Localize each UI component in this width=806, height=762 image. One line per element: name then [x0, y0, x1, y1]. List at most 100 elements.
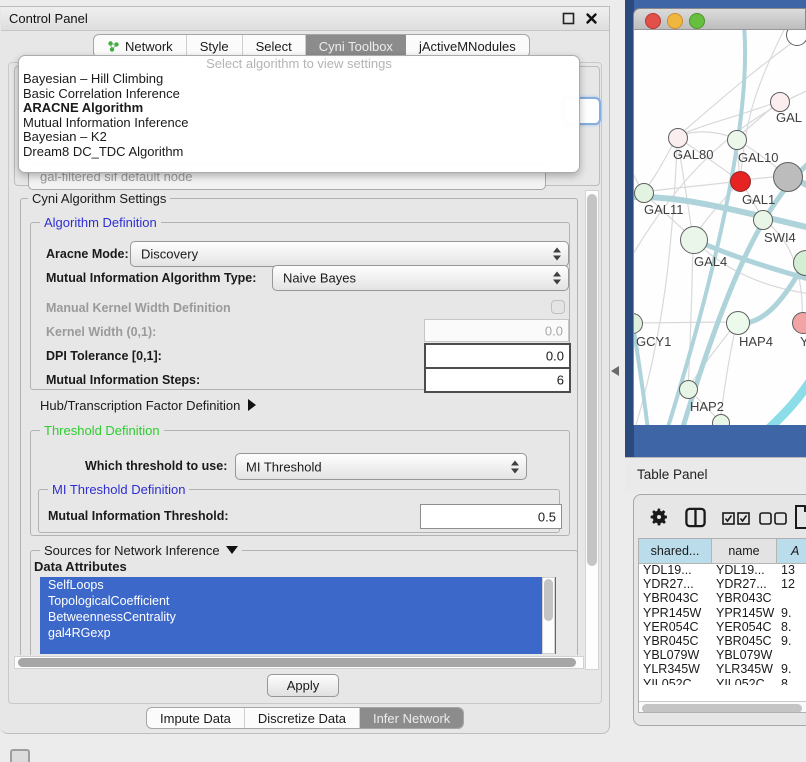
tab-cyni-toolbox[interactable]: Cyni Toolbox	[306, 35, 406, 57]
table-row[interactable]: YDL19...YDL19...13	[639, 563, 806, 577]
node-label: SWI4	[764, 230, 796, 245]
float-window-icon[interactable]	[562, 12, 575, 25]
network-node-gal4[interactable]	[680, 226, 708, 254]
mi-steps-field[interactable]: 6	[424, 367, 571, 393]
network-node-hap2[interactable]	[679, 380, 698, 399]
dpi-tolerance-field[interactable]: 0.0	[424, 343, 571, 369]
network-node-gal11[interactable]	[634, 183, 654, 203]
kernel-width-field[interactable]: 0.0	[424, 319, 569, 342]
algorithm-item[interactable]: Dream8 DC_TDC Algorithm	[19, 145, 579, 160]
column-header-partial[interactable]: A	[777, 539, 806, 564]
network-node-gal10[interactable]	[727, 130, 747, 150]
spinner-icon	[553, 272, 561, 285]
node-label: GCY1	[636, 334, 671, 349]
aracne-mode-label: Aracne Mode:	[46, 247, 129, 261]
sources-title: Sources for Network Inference	[40, 543, 242, 558]
list-vertical-scrollbar	[542, 577, 555, 654]
network-node-gal-partial[interactable]	[770, 92, 790, 112]
tab-label: Discretize Data	[258, 711, 346, 726]
list-item[interactable]: gal4RGexp	[40, 625, 556, 641]
table-row[interactable]: YBL079WYBL079W	[639, 648, 806, 662]
column-header-name[interactable]: name	[712, 539, 777, 564]
node-label: GAL4	[694, 254, 727, 269]
table-row[interactable]: YIL052CYIL052C8.	[639, 677, 806, 686]
control-panel-title: Control Panel	[9, 11, 88, 26]
table-hscrollbar-thumb[interactable]	[642, 704, 802, 713]
settings-vscrollbar-thumb[interactable]	[587, 194, 597, 566]
tab-select[interactable]: Select	[243, 35, 306, 57]
tab-network[interactable]: Network	[94, 35, 187, 57]
spinner-icon	[553, 248, 561, 261]
algorithm-item[interactable]: Mutual Information Inference	[19, 116, 579, 131]
list-item[interactable]: TopologicalCoefficient	[40, 593, 556, 609]
unchecked-pair-icon[interactable]	[759, 512, 787, 525]
network-node[interactable]	[773, 162, 803, 192]
mi-type-combobox[interactable]: Naive Bayes	[272, 265, 569, 291]
network-icon	[107, 40, 120, 53]
table-row[interactable]: YER054CYER054C8.	[639, 620, 806, 634]
table-row[interactable]: YLR345WYLR345W9.	[639, 662, 806, 676]
zoom-traffic-light-icon[interactable]	[689, 13, 705, 29]
hub-definition-expander[interactable]: Hub/Transcription Factor Definition	[40, 398, 256, 413]
mi-type-value: Naive Bayes	[283, 271, 356, 286]
columns-icon[interactable]	[684, 506, 707, 529]
manual-kernel-label: Manual Kernel Width Definition	[46, 301, 231, 315]
apply-button[interactable]: Apply	[267, 674, 339, 697]
list-item[interactable]: BetweennessCentrality	[40, 609, 556, 625]
settings-horizontal-scrollbar	[14, 656, 584, 669]
algorithm-item-selected[interactable]: ARACNE Algorithm	[19, 101, 579, 116]
which-threshold-combobox[interactable]: MI Threshold	[235, 453, 527, 480]
algorithm-item[interactable]: Basic Correlation Inference	[19, 87, 579, 102]
node-label: HAP4	[739, 334, 773, 349]
network-node-hap4[interactable]	[726, 311, 750, 335]
algorithm-popup: Select algorithm to view settings Bayesi…	[18, 55, 580, 173]
network-node[interactable]	[712, 414, 730, 425]
node-table: shared... name A YDL19...YDL19...13 YDR2…	[638, 538, 806, 713]
document-icon[interactable]	[794, 504, 806, 530]
tab-jactivemnodules[interactable]: jActiveMNodules	[406, 35, 529, 57]
tab-impute-data[interactable]: Impute Data	[147, 708, 245, 728]
node-label: GAL80	[673, 147, 713, 162]
network-node-swi4[interactable]	[753, 210, 773, 230]
tab-infer-network[interactable]: Infer Network	[360, 708, 463, 728]
aracne-mode-combobox[interactable]: Discovery	[130, 241, 569, 267]
tab-style[interactable]: Style	[187, 35, 243, 57]
mouse-cursor	[611, 366, 619, 376]
network-window-titlebar	[633, 8, 806, 30]
tab-discretize-data[interactable]: Discretize Data	[245, 708, 360, 728]
network-node-gal1[interactable]	[730, 171, 751, 192]
mi-threshold-label: Mutual Information Threshold:	[48, 509, 229, 523]
table-row[interactable]: YDR27...YDR27...12	[639, 577, 806, 591]
gear-icon[interactable]	[649, 507, 669, 527]
kernel-width-label: Kernel Width (0,1):	[46, 325, 156, 339]
table-horizontal-scrollbar	[639, 701, 806, 713]
table-panel-titlebar: Table Panel	[625, 457, 806, 492]
table-row[interactable]: YBR045CYBR045C9.	[639, 634, 806, 648]
mi-type-label: Mutual Information Algorithm Type:	[46, 271, 256, 285]
minimize-traffic-light-icon[interactable]	[667, 13, 683, 29]
popup-header: Select algorithm to view settings	[19, 56, 579, 72]
algorithm-item[interactable]: Bayesian – K2	[19, 130, 579, 145]
table-row[interactable]: YPR145WYPR145W9.	[639, 606, 806, 620]
network-node-gal80[interactable]	[668, 128, 688, 148]
manual-kernel-checkbox[interactable]	[551, 300, 565, 314]
checked-pair-icon[interactable]	[722, 512, 750, 525]
settings-hscrollbar-thumb[interactable]	[18, 658, 576, 667]
collapse-arrow-icon	[226, 546, 238, 554]
which-threshold-label: Which threshold to use:	[85, 459, 227, 473]
table-row[interactable]: YBR043CYBR043C	[639, 591, 806, 605]
mi-threshold-field[interactable]: 0.5	[420, 504, 562, 529]
algorithm-item[interactable]: Bayesian – Hill Climbing	[19, 72, 579, 87]
table-rows: YDL19...YDL19...13 YDR27...YDR27...12 YB…	[639, 563, 806, 685]
tab-label: Impute Data	[160, 711, 231, 726]
close-traffic-light-icon[interactable]	[645, 13, 661, 29]
list-scrollbar-thumb[interactable]	[544, 579, 553, 621]
minimized-panel-icon[interactable]	[10, 749, 30, 762]
network-canvas[interactable]: GAL80 GAL10 GAL1 GAL11 SWI4 GAL4 GCY1 HA…	[633, 30, 806, 425]
list-item[interactable]: SelfLoops	[40, 577, 556, 593]
hub-definition-label: Hub/Transcription Factor Definition	[40, 398, 240, 413]
tab-label: Network	[125, 39, 173, 54]
tab-label: Style	[200, 39, 229, 54]
close-icon[interactable]	[585, 12, 598, 25]
column-header-shared[interactable]: shared...	[639, 539, 712, 564]
